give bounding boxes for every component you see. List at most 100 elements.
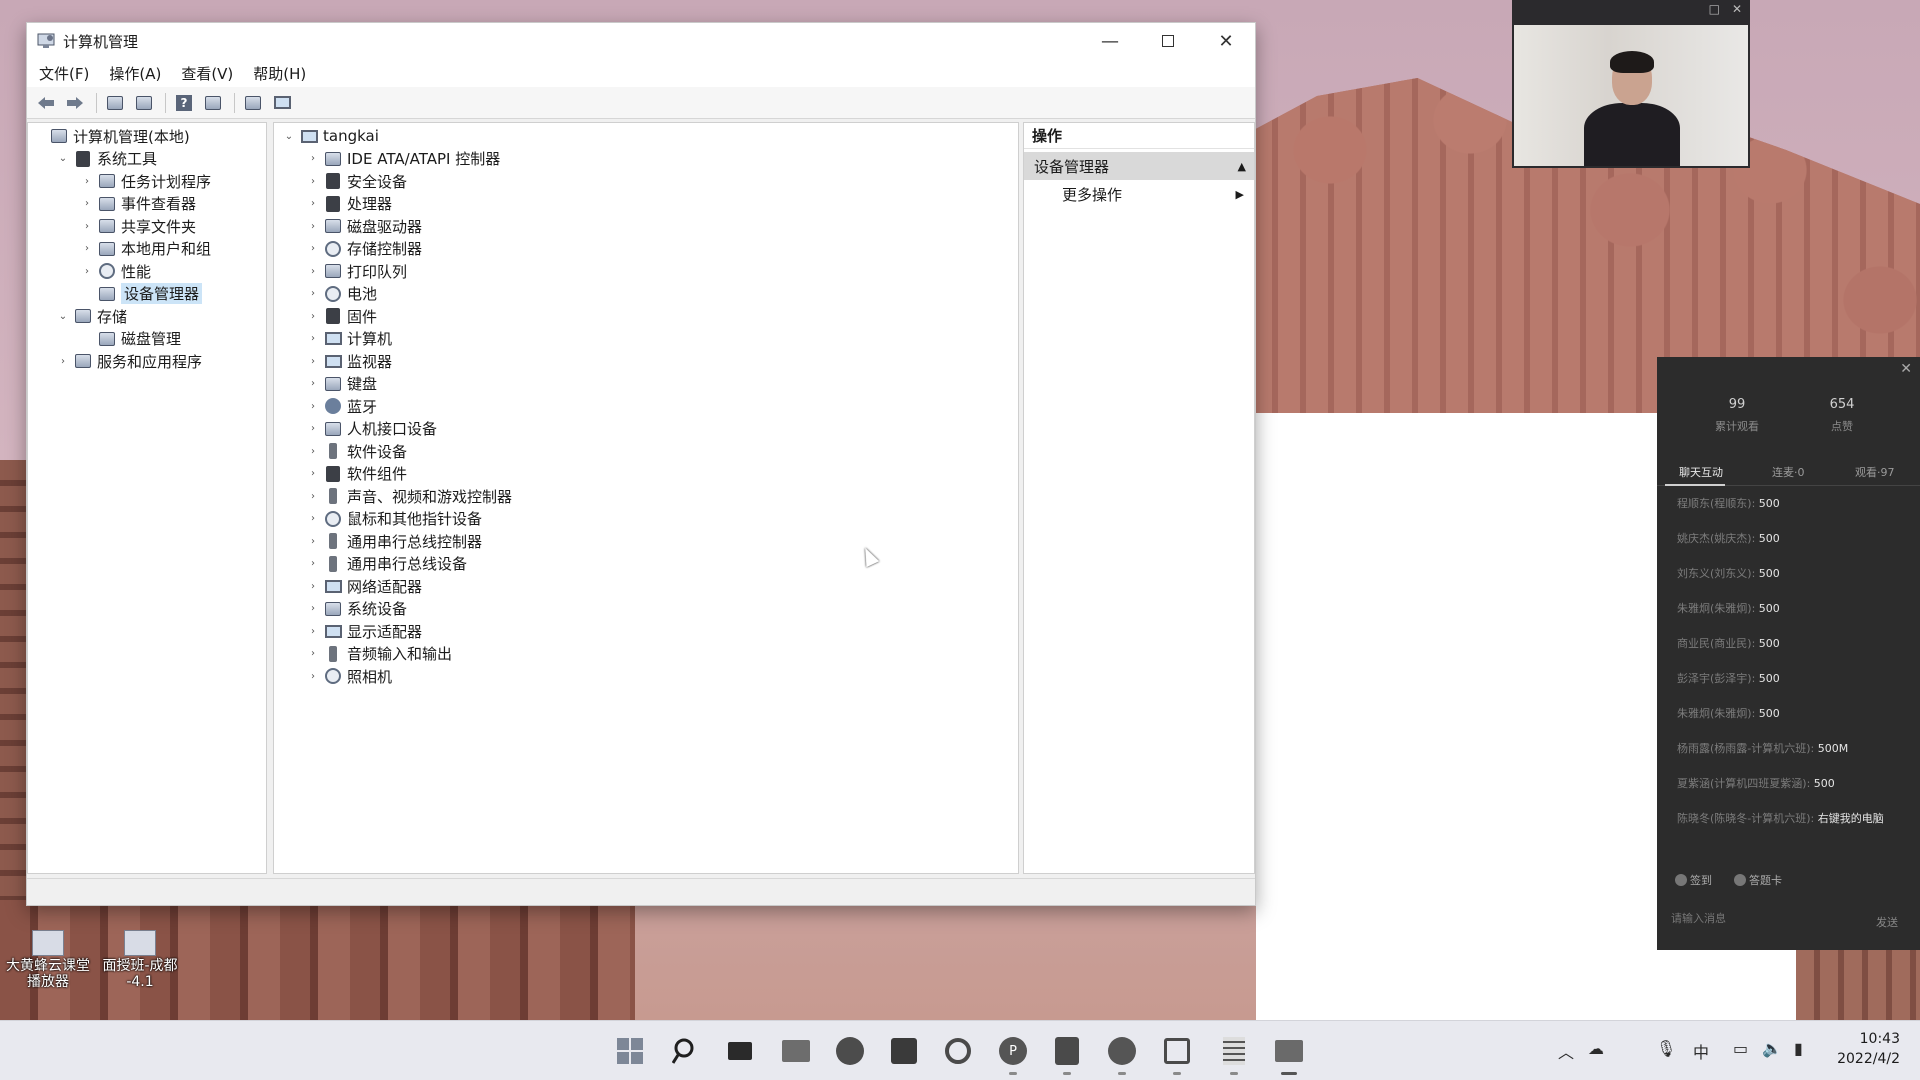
expand-chevron-icon[interactable]: › — [306, 581, 320, 592]
expand-chevron-icon[interactable]: › — [306, 513, 320, 524]
expander-chevron-icon[interactable]: › — [80, 176, 94, 187]
answer-card-button[interactable]: 答题卡 — [1734, 872, 1782, 888]
nav-tree-item[interactable]: 磁盘管理 — [28, 328, 266, 351]
back-button[interactable] — [33, 91, 59, 115]
expand-chevron-icon[interactable]: › — [306, 671, 320, 682]
camera-app-button[interactable] — [1106, 1035, 1138, 1075]
expand-chevron-icon[interactable]: › — [306, 446, 320, 457]
nav-tree-item[interactable]: ⌄ 系统工具 — [28, 148, 266, 171]
microphone-button[interactable]: 🎙 — [1656, 1039, 1676, 1058]
network-button[interactable]: ▭ — [1733, 1039, 1748, 1058]
expander-chevron-icon[interactable]: › — [80, 266, 94, 277]
clock[interactable]: 10:43 2022/4/2 — [1837, 1029, 1900, 1069]
device-category-item[interactable]: › 磁盘驱动器 — [274, 215, 1018, 238]
device-category-item[interactable]: › 人机接口设备 — [274, 418, 1018, 441]
expand-chevron-icon[interactable]: › — [306, 536, 320, 547]
device-category-item[interactable]: › 固件 — [274, 305, 1018, 328]
app-swirl-button[interactable] — [942, 1035, 974, 1067]
edge-button[interactable] — [834, 1035, 866, 1067]
close-icon[interactable]: ✕ — [1732, 2, 1742, 16]
tab-connect-mic[interactable]: 连麦·0 — [1772, 464, 1805, 480]
device-category-item[interactable]: › 网络适配器 — [274, 575, 1018, 598]
nav-tree-item[interactable]: 设备管理器 — [28, 283, 266, 306]
notepad-button[interactable] — [1218, 1035, 1250, 1075]
device-category-item[interactable]: › 打印队列 — [274, 260, 1018, 283]
menu-file[interactable]: 文件(F) — [39, 63, 89, 84]
title-bar[interactable]: 计算机管理 — ✕ — [27, 23, 1255, 59]
device-category-item[interactable]: › IDE ATA/ATAPI 控制器 — [274, 148, 1018, 171]
device-category-item[interactable]: › 声音、视频和游戏控制器 — [274, 485, 1018, 508]
expand-chevron-icon[interactable]: › — [306, 153, 320, 164]
nav-tree-item[interactable]: › 服务和应用程序 — [28, 350, 266, 373]
ime-indicator[interactable]: 中 — [1693, 1039, 1709, 1063]
chat-input[interactable]: 请输入消息 — [1671, 910, 1726, 926]
search-button[interactable] — [670, 1035, 702, 1067]
expand-chevron-icon[interactable]: › — [306, 333, 320, 344]
minimize-button[interactable]: — — [1081, 23, 1139, 59]
tab-chat[interactable]: 聊天互动 — [1679, 464, 1723, 480]
send-button[interactable]: 发送 — [1876, 914, 1898, 930]
device-category-item[interactable]: › 电池 — [274, 283, 1018, 306]
computer-management-taskbar-button[interactable] — [1273, 1035, 1305, 1075]
device-category-item[interactable]: › 音频输入和输出 — [274, 643, 1018, 666]
device-tree-root[interactable]: ⌄ tangkai — [274, 125, 1018, 148]
store-button[interactable] — [888, 1035, 920, 1067]
device-category-item[interactable]: › 通用串行总线控制器 — [274, 530, 1018, 553]
expand-chevron-icon[interactable]: › — [306, 221, 320, 232]
expand-chevron-icon[interactable]: › — [306, 198, 320, 209]
bookmark-app-button[interactable] — [1051, 1035, 1083, 1075]
close-button[interactable]: ✕ — [1197, 23, 1255, 59]
device-category-item[interactable]: › 系统设备 — [274, 598, 1018, 621]
forward-button[interactable] — [62, 91, 88, 115]
maximize-button[interactable] — [1139, 23, 1197, 59]
expand-chevron-icon[interactable]: › — [306, 558, 320, 569]
device-category-item[interactable]: › 软件组件 — [274, 463, 1018, 486]
device-category-item[interactable]: › 监视器 — [274, 350, 1018, 373]
more-actions-item[interactable]: 更多操作 ▶ — [1024, 180, 1254, 208]
desktop-icon-course[interactable]: 面授班-成都 -4.1 — [92, 930, 188, 990]
expand-chevron-icon[interactable]: › — [306, 648, 320, 659]
powerpoint-button[interactable]: P — [997, 1035, 1029, 1075]
menu-action[interactable]: 操作(A) — [109, 63, 161, 84]
expand-chevron-icon[interactable]: › — [306, 266, 320, 277]
expander-chevron-icon[interactable]: › — [80, 243, 94, 254]
desktop-icon-player[interactable]: 大黄蜂云课堂 播放器 — [0, 930, 96, 990]
up-level-button[interactable] — [102, 91, 128, 115]
restore-icon[interactable]: □ — [1709, 2, 1720, 16]
start-button[interactable] — [614, 1035, 646, 1067]
expand-chevron-icon[interactable]: › — [306, 626, 320, 637]
expand-chevron-icon[interactable]: › — [306, 401, 320, 412]
expand-chevron-icon[interactable]: › — [306, 378, 320, 389]
expand-chevron-icon[interactable]: › — [306, 288, 320, 299]
expand-chevron-icon[interactable]: › — [306, 491, 320, 502]
nav-tree-item[interactable]: 计算机管理(本地) — [28, 125, 266, 148]
volume-button[interactable]: 🔈 — [1762, 1039, 1782, 1058]
device-category-item[interactable]: › 计算机 — [274, 328, 1018, 351]
nav-tree-item[interactable]: › 本地用户和组 — [28, 238, 266, 261]
window-app-button[interactable] — [1161, 1035, 1193, 1075]
properties-button[interactable] — [200, 91, 226, 115]
expander-chevron-icon[interactable]: ⌄ — [56, 311, 70, 322]
actions-section-device-manager[interactable]: 设备管理器 ▲ — [1024, 152, 1254, 180]
expand-chevron-icon[interactable]: › — [306, 468, 320, 479]
device-category-item[interactable]: › 鼠标和其他指针设备 — [274, 508, 1018, 531]
show-hidden-icons-button[interactable]: ︿ — [1558, 1039, 1574, 1063]
expander-chevron-icon[interactable]: › — [80, 198, 94, 209]
battery-button[interactable]: ▮ — [1794, 1039, 1803, 1058]
expand-chevron-icon[interactable]: › — [306, 176, 320, 187]
expander-chevron-icon[interactable]: › — [56, 356, 70, 367]
nav-tree-item[interactable]: ⌄ 存储 — [28, 305, 266, 328]
nav-tree-item[interactable]: › 事件查看器 — [28, 193, 266, 216]
device-category-item[interactable]: › 通用串行总线设备 — [274, 553, 1018, 576]
nav-tree-item[interactable]: › 性能 — [28, 260, 266, 283]
expander-chevron-icon[interactable]: › — [80, 221, 94, 232]
device-category-item[interactable]: › 存储控制器 — [274, 238, 1018, 261]
menu-view[interactable]: 查看(V) — [181, 63, 233, 84]
check-in-button[interactable]: 签到 — [1675, 872, 1712, 888]
show-hide-tree-button[interactable] — [131, 91, 157, 115]
display-button[interactable] — [269, 91, 295, 115]
device-category-item[interactable]: › 软件设备 — [274, 440, 1018, 463]
device-category-item[interactable]: › 蓝牙 — [274, 395, 1018, 418]
scan-hardware-button[interactable] — [240, 91, 266, 115]
menu-help[interactable]: 帮助(H) — [253, 63, 306, 84]
